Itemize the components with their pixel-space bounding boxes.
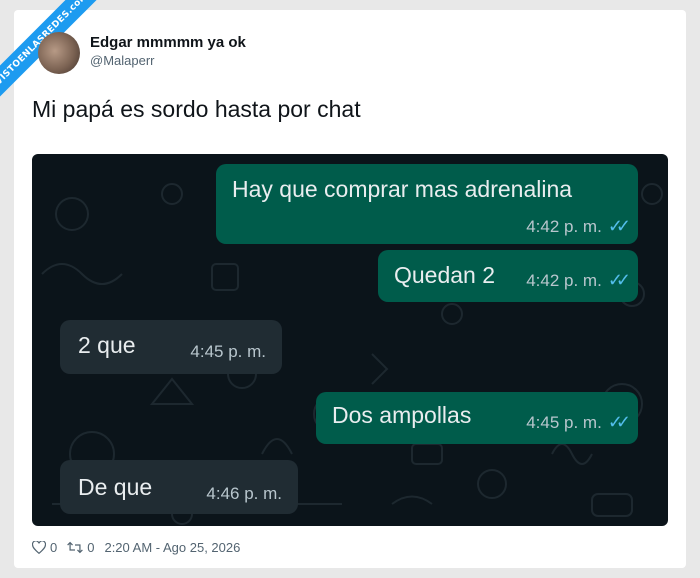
message-time: 4:45 p. m. [526, 413, 602, 432]
message-time: 4:46 p. m. [206, 484, 282, 503]
like-button[interactable]: 0 [32, 540, 57, 555]
message-bubble-outgoing[interactable]: Dos ampollas 4:45 p. m. ✓✓ [316, 392, 638, 444]
chat-screenshot: Hay que comprar mas adrenalina 4:42 p. m… [32, 154, 668, 526]
author-handle[interactable]: @Malaperr [90, 53, 155, 68]
message-meta: 4:42 p. m. ✓✓ [526, 270, 631, 291]
message-bubble-incoming[interactable]: De que 4:46 p. m. [60, 460, 298, 514]
retweet-count: 0 [87, 540, 95, 555]
tweet-timestamp[interactable]: 2:20 AM - Ago 25, 2026 [104, 540, 240, 555]
message-bubble-incoming[interactable]: 2 que 4:45 p. m. [60, 320, 282, 374]
like-count: 0 [50, 540, 58, 555]
retweet-button[interactable]: 0 [67, 540, 94, 555]
message-bubble-outgoing[interactable]: Hay que comprar mas adrenalina 4:42 p. m… [216, 164, 638, 244]
retweet-icon [67, 541, 84, 554]
message-meta: 4:42 p. m. ✓✓ [526, 216, 631, 237]
message-time: 4:42 p. m. [526, 217, 602, 236]
message-bubble-outgoing[interactable]: Quedan 2 4:42 p. m. ✓✓ [378, 250, 638, 302]
read-ticks-icon: ✓✓ [607, 412, 631, 432]
author-name[interactable]: Edgar mmmmm ya ok [90, 34, 246, 51]
message-time: 4:42 p. m. [526, 271, 602, 290]
message-meta: 4:45 p. m. ✓✓ [526, 412, 631, 433]
tweet-text: Mi papá es sordo hasta por chat [32, 96, 361, 122]
heart-icon [32, 541, 46, 554]
tweet-footer: 0 0 2:20 AM - Ago 25, 2026 [32, 540, 240, 555]
message-text: Dos ampollas [332, 402, 472, 428]
message-text: 2 que [78, 332, 136, 358]
read-ticks-icon: ✓✓ [607, 270, 631, 290]
avatar[interactable] [38, 32, 80, 74]
message-text: Hay que comprar mas adrenalina [232, 176, 573, 202]
message-text: De que [78, 474, 153, 500]
read-ticks-icon: ✓✓ [607, 216, 631, 236]
tweet-card: VISTOENLASREDES.com Edgar mmmmm ya ok @M… [0, 0, 686, 568]
message-time: 4:45 p. m. [190, 342, 266, 361]
message-text: Quedan 2 [394, 262, 496, 288]
